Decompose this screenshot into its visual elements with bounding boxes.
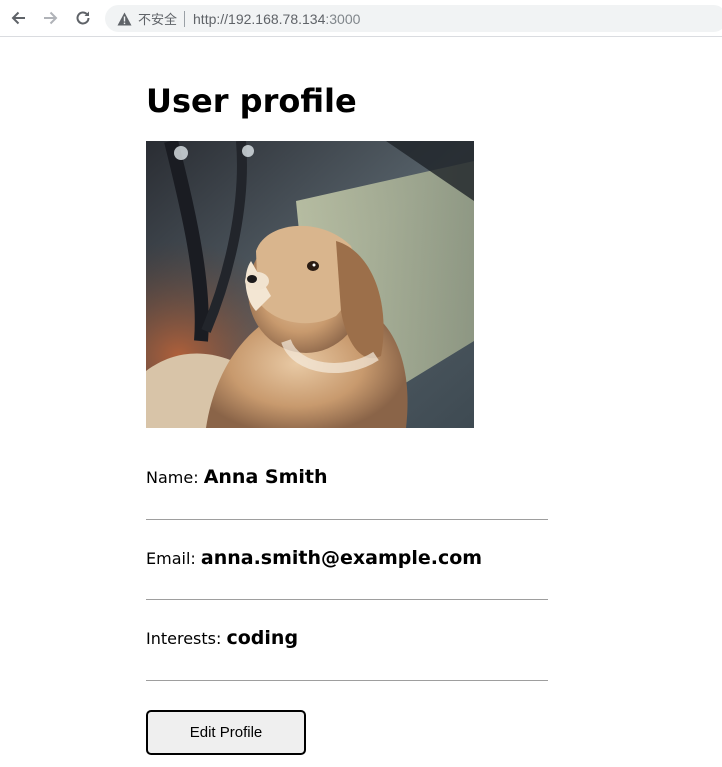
divider <box>146 680 548 681</box>
security-status-label[interactable]: 不安全 <box>138 9 177 28</box>
name-label: Name: <box>146 468 199 487</box>
reload-icon[interactable] <box>72 7 94 29</box>
profile-photo <box>146 141 474 428</box>
edit-profile-button[interactable]: Edit Profile <box>146 710 306 755</box>
browser-toolbar: 不安全 http://192.168.78.134:3000 <box>0 0 722 37</box>
interests-label: Interests: <box>146 629 222 648</box>
url-port: :3000 <box>325 10 361 27</box>
page-title: User profile <box>146 82 357 120</box>
url-host: http://192.168.78.134 <box>193 10 326 27</box>
forward-arrow-icon[interactable] <box>40 7 62 29</box>
divider <box>146 519 548 520</box>
address-bar[interactable]: 不安全 http://192.168.78.134:3000 <box>105 5 722 32</box>
back-arrow-icon[interactable] <box>7 7 29 29</box>
name-value: Anna Smith <box>203 466 328 488</box>
omnibox-divider <box>184 10 186 27</box>
interests-value: coding <box>226 627 299 649</box>
warning-icon[interactable] <box>116 11 132 27</box>
divider <box>146 599 548 600</box>
profile-name-field: Name: Anna Smith <box>146 466 548 488</box>
email-label: Email: <box>146 549 196 568</box>
profile-email-field: Email: anna.smith@example.com <box>146 547 548 569</box>
profile-interests-field: Interests: coding <box>146 627 548 649</box>
email-value: anna.smith@example.com <box>200 547 483 569</box>
